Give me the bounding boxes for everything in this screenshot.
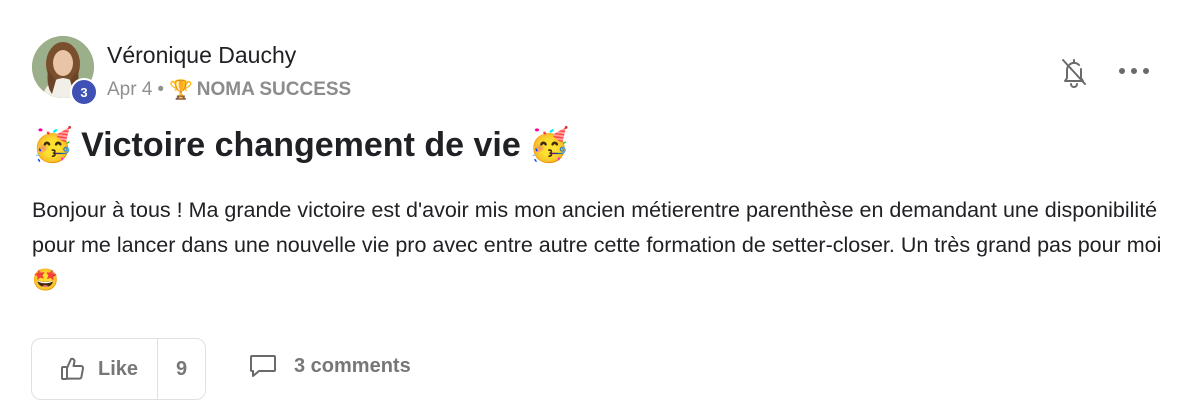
post-title-text: Victoire changement de vie bbox=[81, 126, 521, 164]
comment-icon bbox=[250, 355, 276, 377]
like-button[interactable]: Like bbox=[32, 339, 158, 399]
like-label: Like bbox=[98, 357, 139, 380]
partying-face-icon: 🥳 bbox=[528, 126, 570, 163]
thumbs-up-icon bbox=[61, 357, 85, 380]
author-name[interactable]: Véronique Dauchy bbox=[107, 42, 296, 69]
bell-off-icon[interactable] bbox=[1059, 56, 1089, 88]
comments-label: 3 comments bbox=[294, 354, 411, 377]
post-card: 3 Véronique Dauchy Apr 4 • 🏆 NOMA SUCCES… bbox=[0, 0, 1200, 412]
like-group: Like 9 bbox=[31, 338, 206, 400]
post-date[interactable]: Apr 4 bbox=[107, 79, 152, 101]
trophy-icon: 🏆 bbox=[169, 80, 193, 101]
comments-button[interactable]: 3 comments bbox=[248, 352, 411, 380]
category-link[interactable]: NOMA SUCCESS bbox=[197, 79, 351, 101]
level-badge: 3 bbox=[70, 78, 98, 106]
post-body: Bonjour à tous ! Ma grande victoire est … bbox=[32, 198, 1162, 292]
like-count[interactable]: 9 bbox=[158, 358, 205, 381]
more-options-icon[interactable] bbox=[1119, 60, 1149, 82]
post-meta: Apr 4 • 🏆 NOMA SUCCESS bbox=[107, 78, 351, 102]
partying-face-icon: 🥳 bbox=[32, 126, 74, 163]
author-avatar-wrap[interactable]: 3 bbox=[32, 36, 98, 106]
post-title: 🥳 Victoire changement de vie 🥳 bbox=[32, 126, 570, 165]
meta-separator: • bbox=[157, 79, 165, 100]
